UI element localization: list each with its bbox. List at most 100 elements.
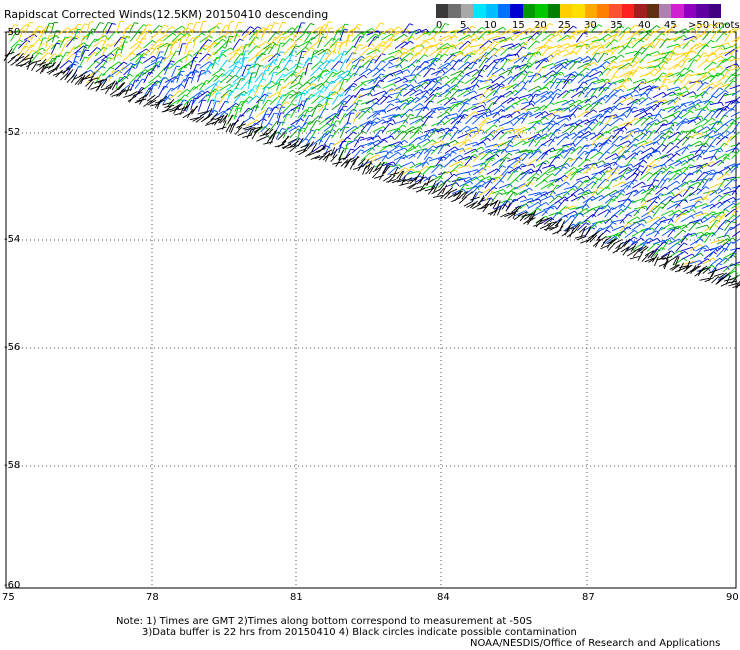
wind-barb-flag bbox=[456, 182, 460, 187]
wind-barb-flag bbox=[292, 89, 297, 94]
wind-barb bbox=[696, 81, 706, 92]
wind-barb bbox=[591, 160, 603, 166]
wind-barb bbox=[464, 77, 476, 85]
wind-barb-flag bbox=[221, 46, 226, 49]
wind-barb bbox=[367, 36, 376, 47]
wind-barb-flag bbox=[624, 126, 628, 131]
wind-barb-flag bbox=[432, 145, 437, 149]
wind-barb bbox=[184, 42, 189, 55]
wind-barb-flag bbox=[484, 64, 489, 67]
wind-barb bbox=[317, 48, 328, 56]
wind-barb-flag bbox=[316, 120, 321, 123]
wind-barb-flag bbox=[380, 22, 385, 25]
wind-barb-flag bbox=[529, 181, 534, 186]
wind-barb bbox=[708, 65, 721, 71]
wind-barb bbox=[183, 23, 190, 35]
wind-barb-flag bbox=[257, 26, 262, 30]
wind-barb-flag bbox=[635, 89, 640, 94]
wind-barb bbox=[449, 160, 461, 168]
wind-barb bbox=[400, 161, 413, 168]
wind-barb-flag bbox=[370, 106, 374, 111]
wind-barb bbox=[93, 65, 103, 76]
wind-barb-flag bbox=[332, 71, 337, 75]
wind-barb bbox=[695, 224, 708, 229]
wind-barb bbox=[380, 73, 391, 82]
wind-barb-flag bbox=[500, 85, 505, 88]
wind-barb-flag bbox=[84, 56, 89, 59]
wind-barb-flag bbox=[679, 79, 682, 84]
wind-barb-flag bbox=[68, 60, 73, 64]
wind-barb bbox=[682, 192, 692, 202]
wind-barb bbox=[703, 61, 714, 71]
wind-barb bbox=[353, 130, 363, 140]
wind-barb-flag bbox=[452, 59, 457, 63]
wind-barb bbox=[198, 94, 208, 104]
wind-barb bbox=[169, 50, 177, 62]
wind-barb-flag bbox=[521, 130, 526, 134]
wind-barb bbox=[262, 107, 269, 119]
wind-barb-flag bbox=[305, 47, 309, 50]
wind-barb-flag bbox=[557, 88, 562, 92]
wind-barb-flag bbox=[316, 105, 321, 107]
wind-barb-flag bbox=[493, 124, 498, 128]
wind-barb-flag bbox=[141, 56, 146, 59]
flagged-barb bbox=[322, 149, 333, 155]
wind-barb bbox=[598, 110, 608, 120]
wind-barb-flag bbox=[599, 151, 604, 155]
wind-barb bbox=[641, 147, 652, 154]
wind-barb-flag bbox=[628, 222, 633, 226]
wind-barb bbox=[254, 65, 260, 78]
wind-barb bbox=[624, 200, 633, 211]
wind-barb-flag bbox=[556, 93, 561, 96]
wind-barb-flag bbox=[458, 176, 463, 180]
wind-barb-flag bbox=[545, 117, 549, 121]
wind-barb-flag bbox=[592, 166, 596, 170]
wind-barb bbox=[450, 130, 459, 141]
wind-barb-flag bbox=[518, 134, 522, 139]
wind-barb-flag bbox=[619, 135, 624, 139]
wind-barb bbox=[365, 97, 377, 105]
wind-barb-flag bbox=[710, 145, 715, 148]
wind-barb-flag bbox=[643, 160, 648, 164]
wind-barb-flag bbox=[454, 126, 459, 130]
flagged-barb bbox=[146, 94, 156, 102]
wind-barb bbox=[317, 102, 327, 113]
wind-barb-flag bbox=[552, 70, 557, 74]
wind-barb-flag bbox=[584, 150, 589, 154]
wind-barb-flag bbox=[478, 79, 483, 82]
wind-barb-flag bbox=[663, 91, 667, 96]
wind-barb-flag bbox=[473, 96, 478, 101]
wind-barb bbox=[415, 81, 426, 90]
wind-barb-flag bbox=[627, 214, 632, 217]
wind-barb-flag bbox=[436, 92, 441, 96]
wind-barb bbox=[394, 41, 406, 49]
wind-barb bbox=[506, 149, 519, 153]
wind-barb-flag bbox=[726, 172, 731, 177]
wind-barb-flag bbox=[78, 65, 83, 68]
wind-barb-flag bbox=[685, 86, 689, 91]
lat-label-50: -50 bbox=[4, 27, 21, 38]
wind-barb-flag bbox=[685, 118, 690, 122]
wind-barb-flag bbox=[594, 95, 598, 99]
wind-barb-flag bbox=[432, 62, 437, 66]
wind-barb-flag bbox=[528, 62, 533, 66]
wind-barb-flag bbox=[656, 119, 661, 123]
wind-barb-flag bbox=[663, 216, 667, 220]
wind-barb-flag bbox=[537, 208, 542, 212]
flagged-barb bbox=[277, 140, 287, 148]
wind-barb bbox=[449, 88, 459, 99]
wind-barb-flag bbox=[558, 34, 562, 38]
wind-barb-flag bbox=[602, 160, 606, 165]
wind-barb bbox=[501, 97, 512, 105]
wind-barb-flag bbox=[524, 97, 529, 102]
wind-barb-flag bbox=[587, 175, 591, 180]
wind-barb-flag bbox=[267, 99, 272, 102]
wind-barb-flag bbox=[274, 106, 279, 109]
wind-barb-flag bbox=[468, 164, 472, 169]
wind-barb bbox=[652, 206, 661, 217]
wind-barb-flag bbox=[602, 38, 606, 43]
wind-barb-flag bbox=[522, 87, 527, 91]
wind-barb-flag bbox=[406, 69, 411, 73]
wind-barb-flag bbox=[164, 24, 169, 28]
wind-barb-flag bbox=[308, 106, 313, 109]
